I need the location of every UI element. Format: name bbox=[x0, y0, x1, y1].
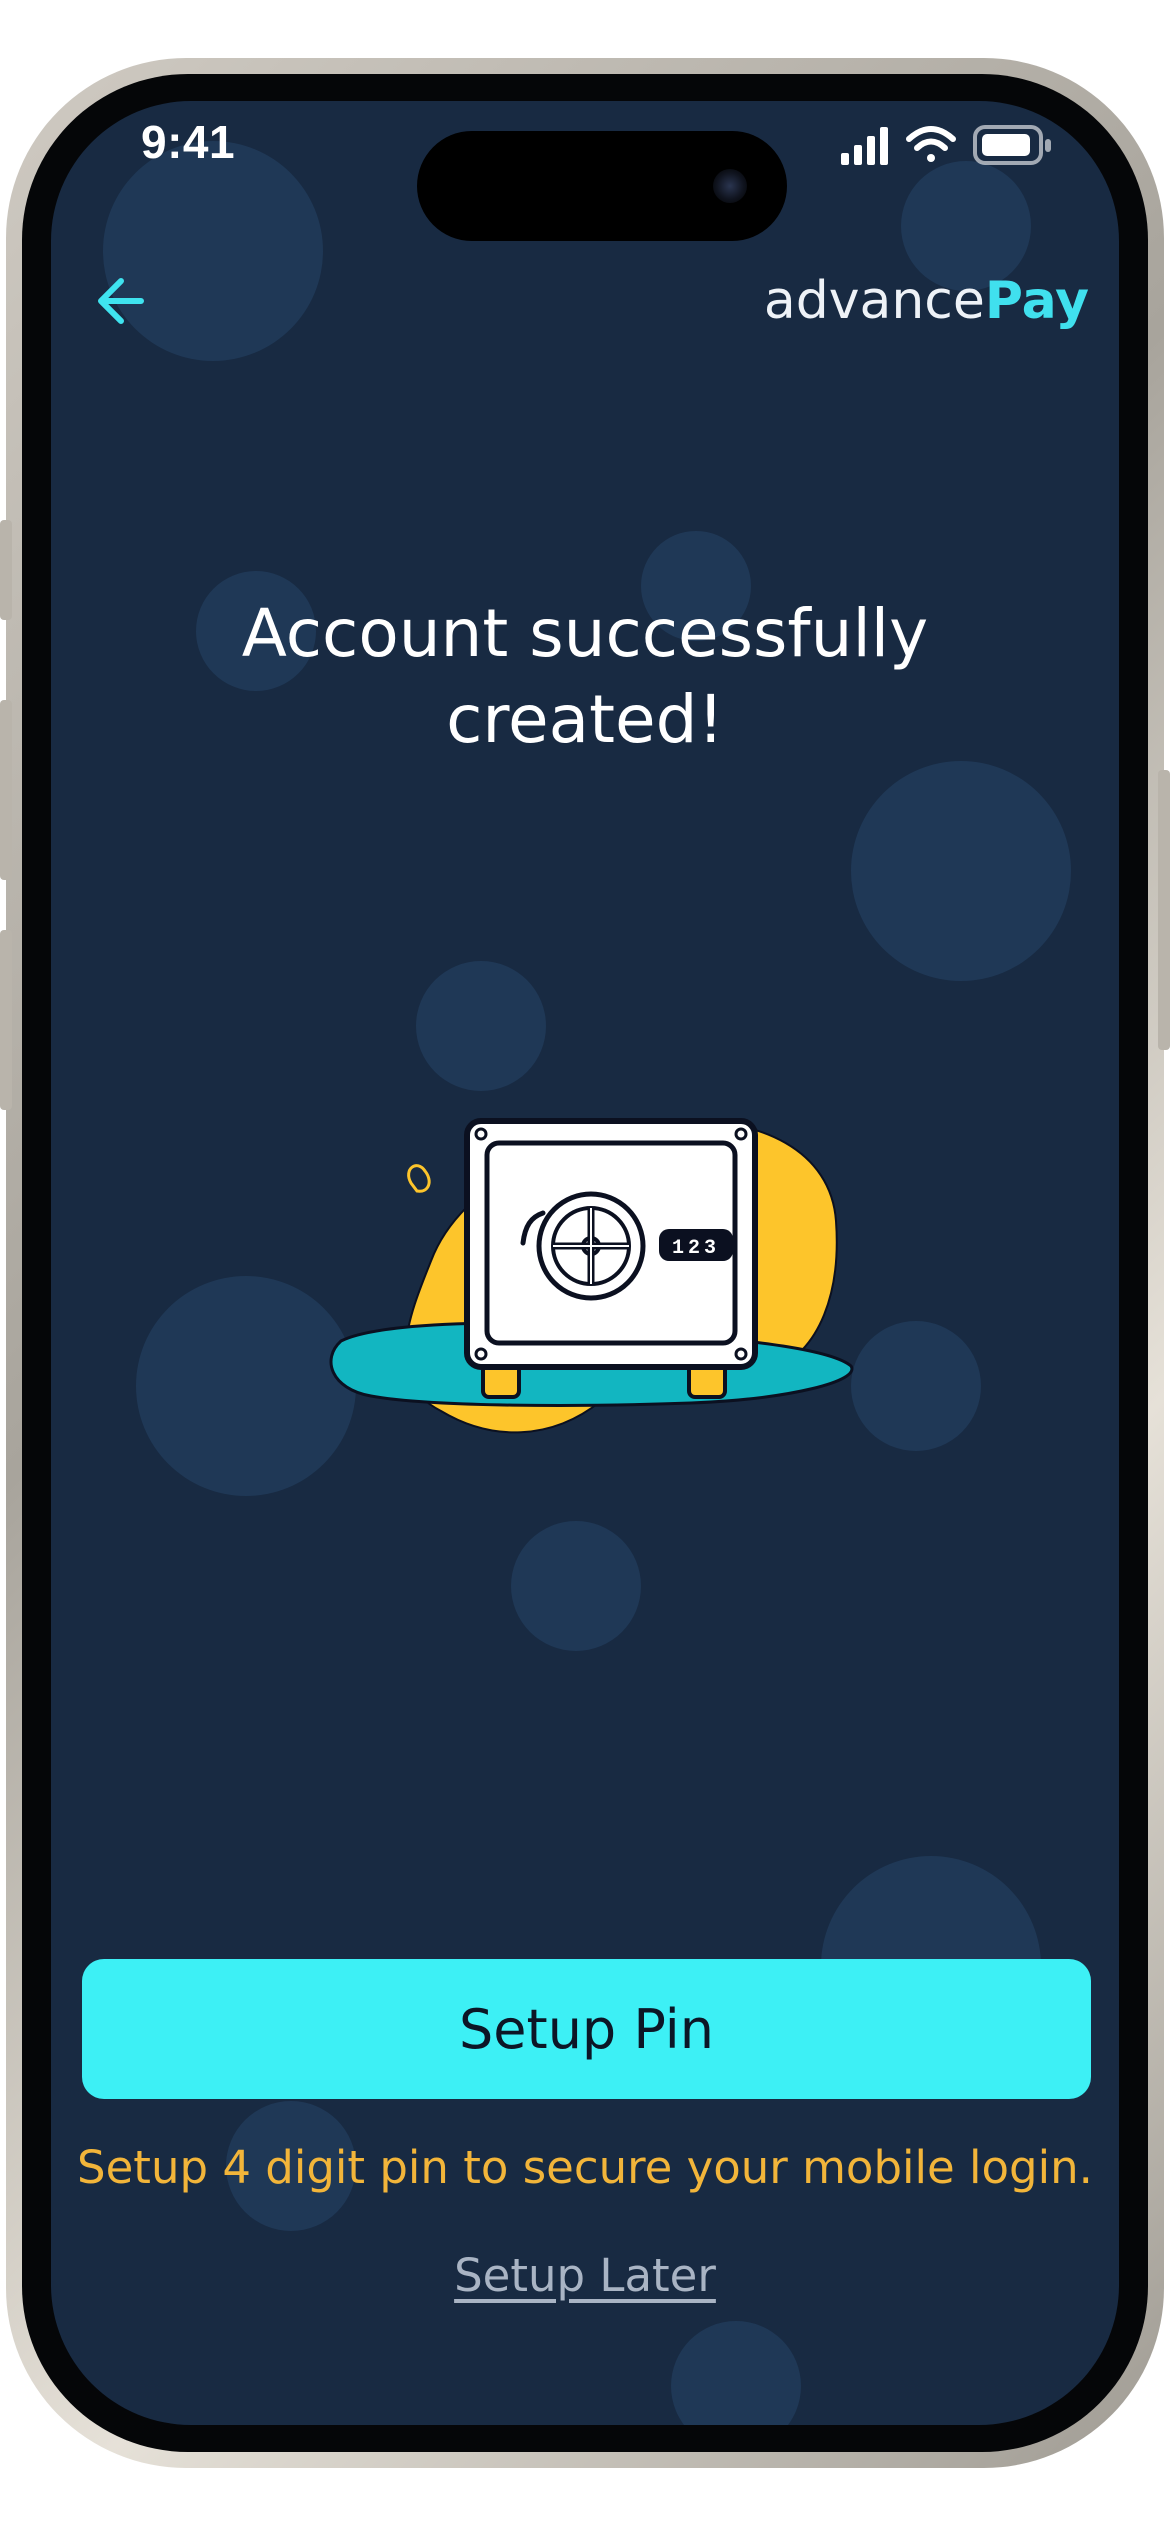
volume-down-button bbox=[0, 930, 12, 1110]
title-line-2: created! bbox=[446, 681, 724, 758]
dynamic-island bbox=[417, 131, 787, 241]
safe-dial-icon bbox=[536, 1191, 646, 1301]
brand-prefix: advance bbox=[763, 271, 985, 331]
signal-bars-icon bbox=[841, 127, 888, 165]
setup-pin-hint: Setup 4 digit pin to secure your mobile … bbox=[77, 2141, 1093, 2194]
safe-code: 123 bbox=[672, 1237, 720, 1260]
background-bubble bbox=[671, 2321, 801, 2425]
wifi-icon bbox=[906, 126, 956, 162]
back-button[interactable] bbox=[81, 261, 161, 341]
battery-icon bbox=[973, 125, 1051, 165]
page-title: Account successfully created! bbox=[51, 591, 1119, 763]
setup-pin-button[interactable]: Setup Pin bbox=[82, 1959, 1091, 2099]
volume-up-button bbox=[0, 700, 12, 880]
background-bubble bbox=[851, 761, 1071, 981]
brand-logo: advance Pay bbox=[764, 261, 1089, 341]
power-button bbox=[1158, 770, 1170, 1050]
app-screen: 9:41 advance Pay Account successfully cr… bbox=[51, 101, 1119, 2425]
title-line-1: Account successfully bbox=[241, 595, 929, 672]
brand-suffix: Pay bbox=[984, 271, 1089, 331]
arrow-left-icon bbox=[98, 278, 144, 324]
status-icons bbox=[841, 125, 1051, 165]
front-camera-icon bbox=[713, 169, 747, 203]
action-button bbox=[0, 520, 12, 620]
setup-later-row: Setup Later bbox=[51, 2249, 1119, 2302]
setup-later-link[interactable]: Setup Later bbox=[454, 2249, 716, 2302]
safe-illustration: 123 bbox=[329, 1118, 854, 1434]
status-time: 9:41 bbox=[141, 116, 236, 168]
